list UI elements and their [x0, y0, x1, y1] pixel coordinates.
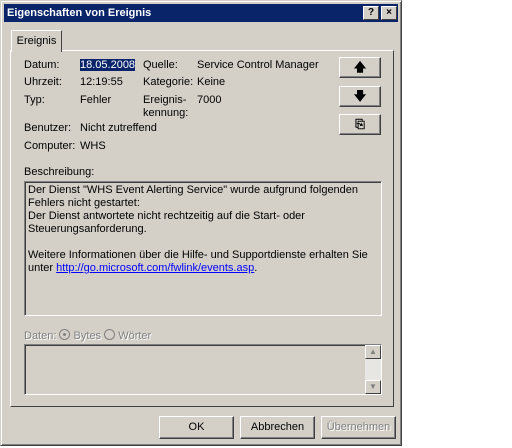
description-line: unter — [28, 262, 54, 274]
kennung-label-1: Ereignis- — [143, 94, 187, 106]
description-line: Weitere Informationen über die Hilfe- un… — [28, 249, 368, 261]
description-line: Der Dienst antwortete nicht rechtzeitig … — [28, 210, 305, 222]
arrow-down-icon: 🡇 — [353, 89, 367, 103]
description-line: Fehlers nicht gestartet: — [28, 197, 140, 209]
radio-bytes-label: Bytes — [73, 330, 102, 342]
data-textbox[interactable]: ▲ ▼ — [24, 344, 382, 395]
copy-button[interactable]: ⎘ — [339, 114, 381, 135]
window-title: Eigenschaften von Ereignis — [7, 7, 152, 19]
benutzer-value: Nicht zutreffend — [80, 122, 157, 134]
quelle-value: Service Control Manager — [197, 59, 319, 71]
close-icon: × — [386, 7, 392, 18]
ok-button[interactable]: OK — [159, 416, 234, 439]
typ-label: Typ: — [24, 94, 45, 106]
previous-event-button[interactable]: 🡅 — [339, 57, 381, 78]
description-line: Steuerungsanforderung. — [28, 223, 147, 235]
datum-value[interactable]: 18.05.2008 — [80, 59, 136, 71]
radio-bytes[interactable] — [59, 329, 71, 340]
radio-words[interactable] — [104, 329, 116, 340]
arrow-up-icon: 🡅 — [353, 60, 367, 74]
description-textbox[interactable]: Der Dienst "WHS Event Alerting Service" … — [24, 181, 382, 316]
events-link[interactable]: http://go.microsoft.com/fwlink/events.as… — [56, 262, 254, 274]
typ-value: Fehler — [80, 94, 112, 106]
tab-ereignis[interactable]: Ereignis — [11, 30, 62, 52]
help-button[interactable]: ? — [363, 6, 379, 20]
cancel-button[interactable]: Abbrechen — [240, 416, 315, 439]
scroll-down-icon[interactable]: ▼ — [365, 380, 381, 394]
kategorie-value: Keine — [197, 76, 226, 88]
kennung-value: 7000 — [197, 94, 222, 106]
benutzer-label: Benutzer: — [24, 122, 72, 134]
computer-value: WHS — [80, 140, 106, 152]
datum-label: Datum: — [24, 59, 60, 71]
title-bar[interactable]: Eigenschaften von Ereignis ? × — [4, 4, 398, 22]
description-period: . — [254, 262, 258, 274]
description-line: Der Dienst "WHS Event Alerting Service" … — [28, 184, 359, 196]
properties-dialog: Eigenschaften von Ereignis ? × Ereignis … — [0, 0, 402, 446]
close-button[interactable]: × — [381, 6, 397, 20]
description-label: Beschreibung: — [24, 166, 95, 178]
data-scrollbar[interactable]: ▲ ▼ — [365, 345, 381, 394]
uhrzeit-value: 12:19:55 — [80, 76, 123, 88]
quelle-label: Quelle: — [143, 59, 178, 71]
next-event-button[interactable]: 🡇 — [339, 86, 381, 107]
apply-button[interactable]: Übernehmen — [321, 416, 396, 439]
scroll-up-icon[interactable]: ▲ — [365, 345, 381, 359]
radio-words-label: Wörter — [118, 330, 152, 342]
data-label: Daten: — [24, 330, 57, 342]
computer-label: Computer: — [24, 140, 76, 152]
copy-icon: ⎘ — [355, 117, 365, 131]
uhrzeit-label: Uhrzeit: — [24, 76, 62, 88]
kategorie-label: Kategorie: — [143, 76, 194, 88]
kennung-label-2: kennung: — [143, 107, 189, 119]
data-options: Daten: Bytes Wörter — [24, 329, 151, 342]
